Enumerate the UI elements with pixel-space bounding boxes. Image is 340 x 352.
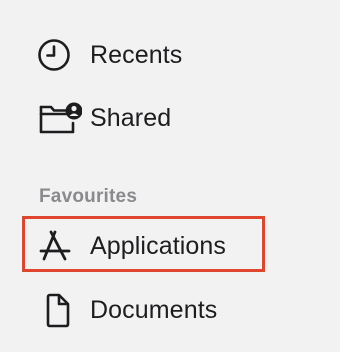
sidebar-item-documents[interactable]: Documents bbox=[36, 288, 217, 332]
section-header-favourites: Favourites bbox=[39, 186, 138, 207]
sidebar-item-recents[interactable]: Recents bbox=[36, 33, 182, 77]
sidebar-item-applications[interactable]: Applications bbox=[36, 224, 226, 268]
sidebar-item-shared[interactable]: Shared bbox=[36, 96, 171, 140]
shared-folder-icon bbox=[36, 98, 90, 138]
sidebar-item-label: Recents bbox=[90, 40, 183, 69]
document-icon bbox=[36, 290, 90, 330]
finder-sidebar: Recents Shared Favourites Applications D… bbox=[0, 0, 340, 352]
sidebar-item-label: Shared bbox=[90, 103, 172, 132]
sidebar-item-label: Applications bbox=[90, 231, 227, 260]
applications-icon bbox=[36, 226, 90, 266]
sidebar-item-label: Documents bbox=[90, 295, 218, 324]
clock-icon bbox=[36, 35, 90, 75]
